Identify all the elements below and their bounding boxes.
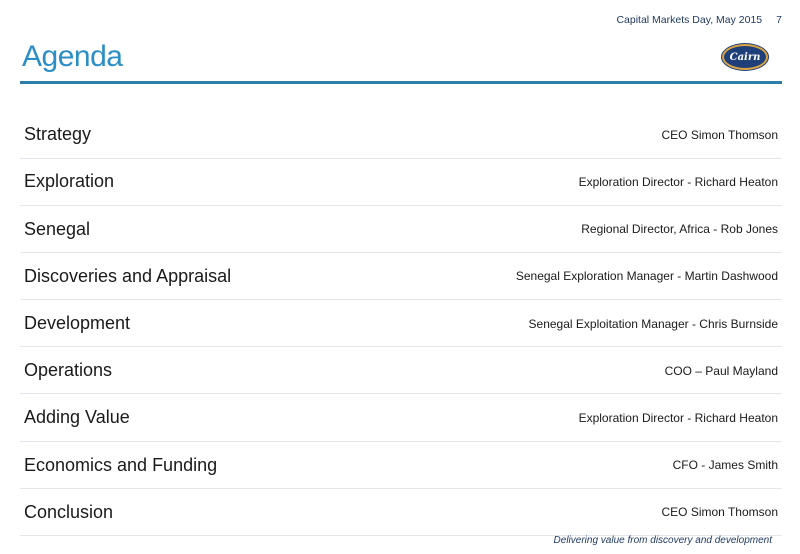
agenda-topic: Adding Value xyxy=(24,407,130,428)
agenda-speaker: Exploration Director - Richard Heaton xyxy=(578,410,778,425)
agenda-row: Exploration Exploration Director - Richar… xyxy=(20,159,782,206)
agenda-row: Senegal Regional Director, Africa - Rob J… xyxy=(20,206,782,253)
agenda-row: Strategy CEO Simon Thomson xyxy=(20,112,782,159)
cairn-logo: Cairn xyxy=(722,44,768,70)
agenda-list: Strategy CEO Simon Thomson Exploration Expl… xyxy=(20,112,782,537)
agenda-row: Development Senegal Exploitation Manager … xyxy=(20,301,782,348)
page-number: 7 xyxy=(776,14,782,26)
agenda-speaker: Exploration Director - Richard Heaton xyxy=(578,174,778,189)
agenda-row: Adding Value Exploration Director - Richa… xyxy=(20,395,782,442)
agenda-speaker: CEO Simon Thomson xyxy=(661,127,779,142)
agenda-topic: Economics and Funding xyxy=(24,454,218,475)
agenda-speaker: Senegal Exploitation Manager - Chris Bur… xyxy=(528,316,778,331)
agenda-row: Economics and Funding CFO - James Smith xyxy=(20,442,782,489)
event-label: Capital Markets Day, May 2015 xyxy=(616,14,763,26)
agenda-speaker: Regional Director, Africa - Rob Jones xyxy=(581,222,778,237)
agenda-speaker: CEO Simon Thomson xyxy=(661,505,779,520)
agenda-topic: Operations xyxy=(24,360,113,381)
agenda-topic: Strategy xyxy=(24,124,92,145)
agenda-topic: Exploration xyxy=(24,171,115,192)
agenda-topic: Senegal xyxy=(24,218,91,239)
agenda-topic: Discoveries and Appraisal xyxy=(24,265,232,286)
agenda-speaker: CFO - James Smith xyxy=(672,458,778,473)
agenda-topic: Conclusion xyxy=(24,501,114,522)
agenda-speaker: COO – Paul Mayland xyxy=(664,363,778,378)
footer-tagline: Delivering value from discovery and deve… xyxy=(553,535,772,546)
title-divider xyxy=(20,81,782,84)
logo-text: Cairn xyxy=(729,51,761,63)
agenda-row: Conclusion CEO Simon Thomson xyxy=(20,490,782,536)
agenda-row: Discoveries and Appraisal Senegal Explora… xyxy=(20,254,782,301)
page-title: Agenda xyxy=(22,40,123,73)
agenda-row: Operations COO – Paul Mayland xyxy=(20,348,782,395)
header-meta: Capital Markets Day, May 2015 7 xyxy=(616,14,782,26)
agenda-topic: Development xyxy=(24,313,131,333)
agenda-speaker: Senegal Exploration Manager - Martin Das… xyxy=(515,269,778,284)
